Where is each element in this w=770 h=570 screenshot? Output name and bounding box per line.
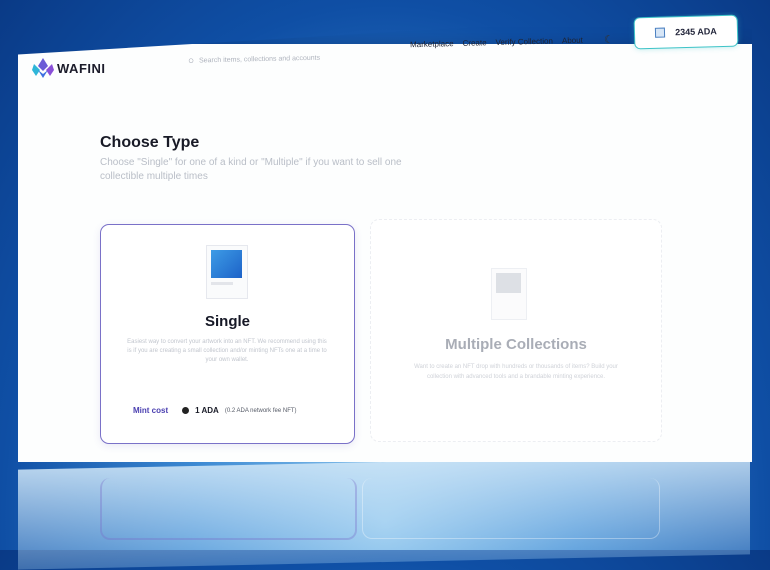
single-card-title: Single [204, 313, 250, 330]
brand-name: WAFINI [57, 60, 106, 76]
mint-cost-row: Mint cost 1 ADA (0.2 ADA network fee NFT… [133, 406, 297, 415]
mint-cost-note: (0.2 ADA network fee NFT) [224, 407, 297, 414]
page-title: Choose Type [100, 134, 200, 151]
logo-icon [32, 58, 54, 78]
page-subtitle: Choose "Single" for one of a kind or "Mu… [100, 157, 402, 182]
single-type-card[interactable]: Single Easiest way to convert your artwo… [100, 224, 355, 444]
search-icon: ○ [187, 55, 195, 67]
search-input[interactable]: Search items, collections and accounts [199, 54, 320, 64]
app-window: WAFINI ○ Search items, collections and a… [18, 14, 752, 462]
single-image-icon [206, 245, 248, 299]
multiple-collections-card[interactable]: Multiple Collections Want to create an N… [370, 219, 662, 442]
nav-item-verify-collection[interactable]: Verify Collection [495, 37, 553, 47]
wallet-icon [655, 27, 666, 38]
top-nav: Marketplace Create Verify Collection Abo… [410, 36, 583, 50]
single-card-description: Easiest way to convert your artwork into… [127, 339, 327, 363]
nav-item-create[interactable]: Create [462, 38, 486, 48]
mint-cost-value: 1 ADA [195, 406, 219, 415]
wallet-button[interactable]: 2345 ADA [633, 14, 739, 50]
nav-item-marketplace[interactable]: Marketplace [410, 39, 454, 49]
single-card-reflection [100, 478, 357, 540]
moon-icon[interactable]: ☾ [604, 33, 614, 46]
ada-icon [182, 407, 190, 414]
multi-card-reflection [362, 478, 660, 539]
nav-item-about[interactable]: About [562, 36, 583, 46]
search-bar[interactable]: ○ Search items, collections and accounts [182, 46, 343, 72]
multiple-image-icon [491, 268, 527, 320]
mint-cost-label: Mint cost [133, 406, 169, 415]
wallet-balance: 2345 ADA [675, 26, 717, 38]
multiple-card-description: Want to create an NFT drop with hundreds… [414, 364, 618, 380]
brand-logo[interactable]: WAFINI [32, 58, 106, 78]
multiple-card-title: Multiple Collections [445, 336, 587, 353]
